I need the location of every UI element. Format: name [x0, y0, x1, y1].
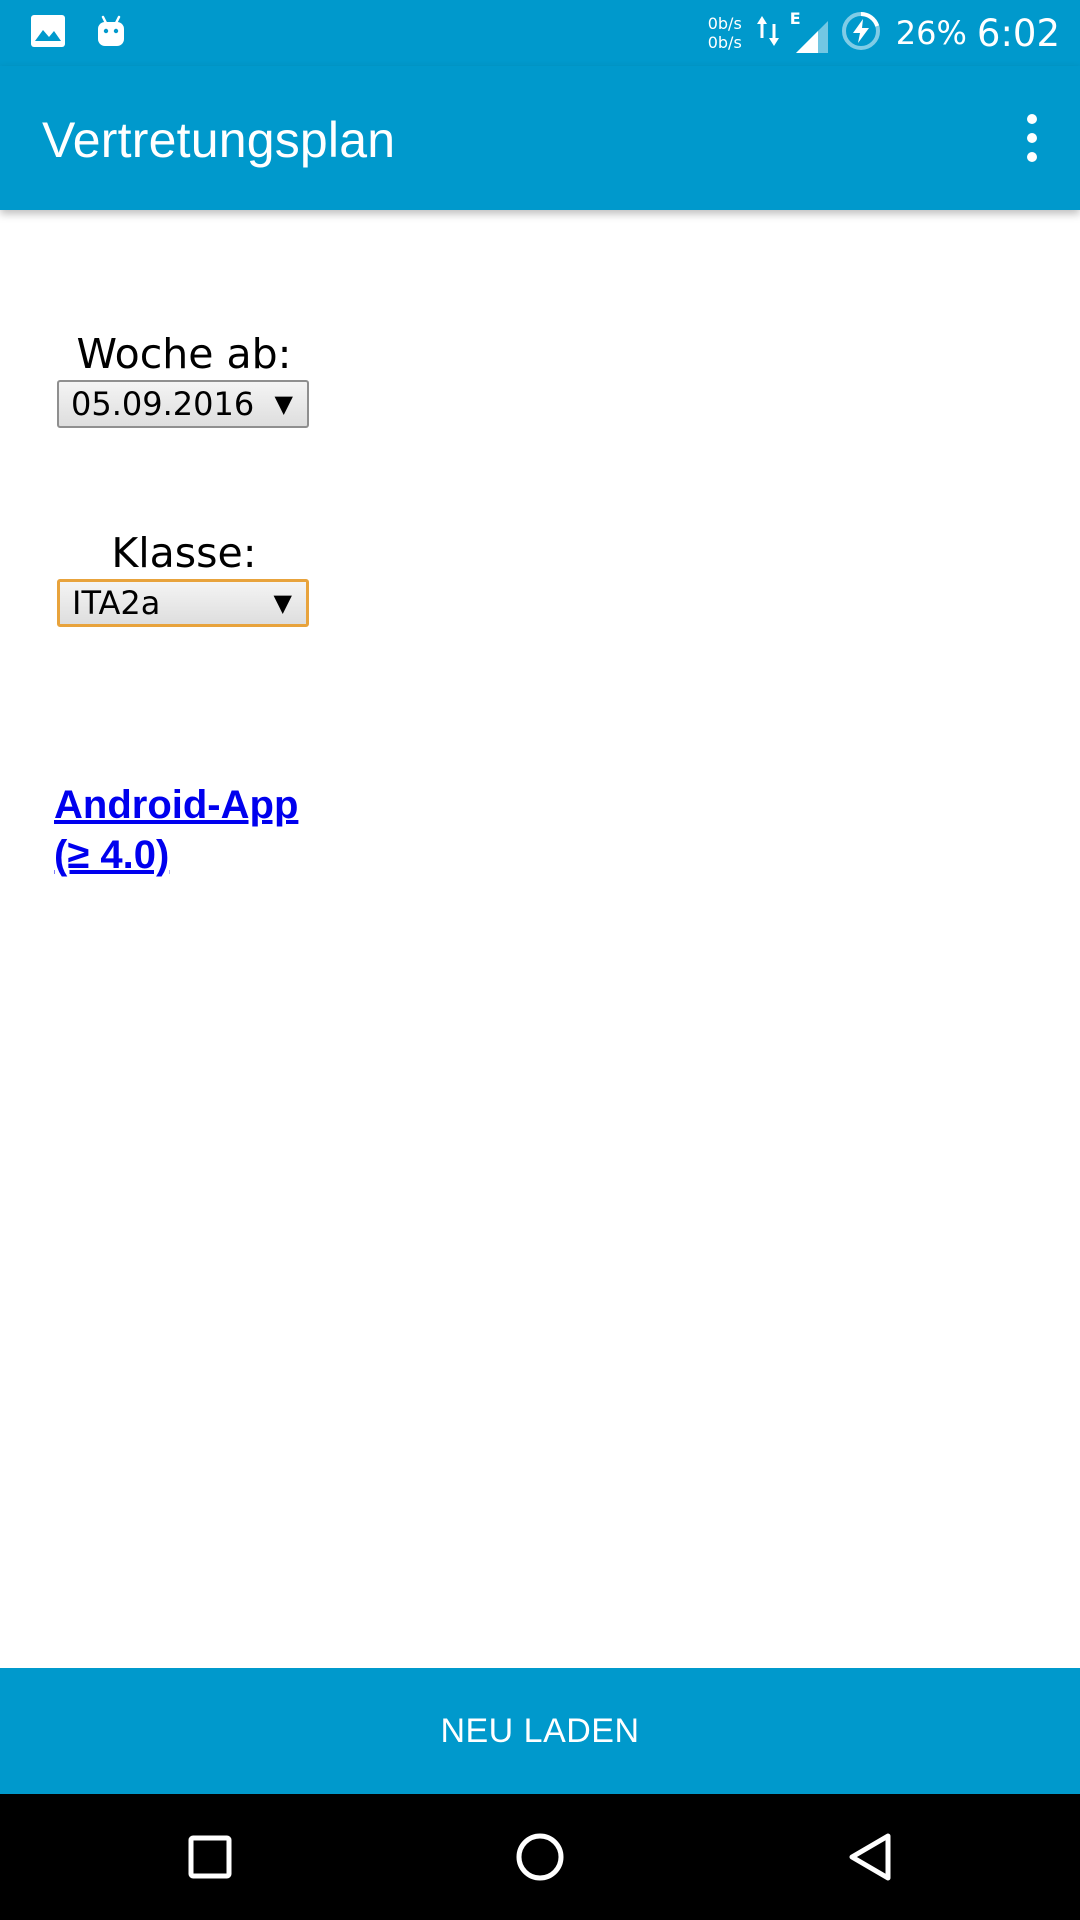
recents-icon[interactable]: [180, 1827, 240, 1887]
system-indicators: 0b/s 0b/s E 26% 6:02: [708, 0, 1060, 66]
week-label: Woche ab:: [76, 330, 292, 378]
android-app-link[interactable]: Android-App (≥ 4.0): [54, 780, 298, 880]
week-select[interactable]: 05.09.2016 ▼: [57, 380, 309, 428]
notification-icons: [30, 13, 128, 53]
battery-percent: 26%: [895, 14, 967, 52]
reload-button[interactable]: NEU LADEN: [0, 1668, 1080, 1794]
signal-icon: E: [790, 9, 830, 55]
back-icon[interactable]: [840, 1827, 900, 1887]
more-vert-icon[interactable]: [1002, 102, 1062, 174]
android-icon: [94, 14, 128, 53]
class-select[interactable]: ITA2a ▼: [57, 579, 309, 627]
screen: 0b/s 0b/s E 26% 6:02 Vertretungsplan Woc…: [0, 0, 1080, 1920]
class-select-value: ITA2a: [72, 584, 161, 622]
dropdown-arrow-icon: ▼: [273, 589, 292, 617]
home-icon[interactable]: [510, 1827, 570, 1887]
dropdown-arrow-icon: ▼: [274, 390, 293, 418]
week-select-value: 05.09.2016: [71, 385, 255, 423]
class-label: Klasse:: [111, 529, 257, 577]
status-bar: 0b/s 0b/s E 26% 6:02: [0, 0, 1080, 66]
android-app-link-line1: Android-App: [54, 783, 299, 827]
navigation-bar: [0, 1794, 1080, 1920]
android-app-link-line2: (≥ 4.0): [54, 833, 170, 877]
page-title: Vertretungsplan: [42, 112, 396, 168]
image-icon: [30, 14, 66, 53]
battery-charging-icon: [840, 10, 882, 57]
data-transfer-icon: [756, 14, 780, 53]
net-down-speed: 0b/s: [707, 33, 742, 52]
network-speed: 0b/s 0b/s: [708, 14, 742, 52]
app-bar: Vertretungsplan: [0, 66, 1080, 210]
net-up-speed: 0b/s: [707, 14, 742, 33]
webview-content: Woche ab: 05.09.2016 ▼ Klasse: ITA2a ▼ A…: [0, 210, 1080, 1668]
clock: 6:02: [976, 11, 1060, 55]
